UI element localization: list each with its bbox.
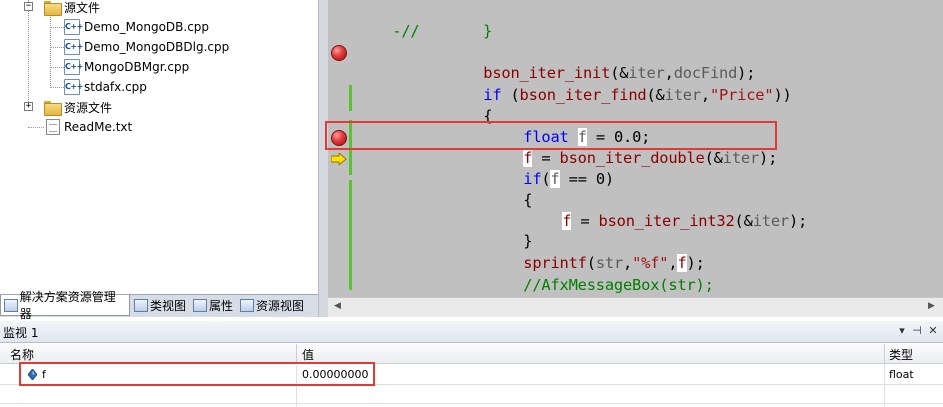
horizontal-scrollbar[interactable]: ◀ ▶	[328, 297, 943, 317]
solution-explorer-icon	[4, 298, 18, 312]
file-label: Demo_MongoDBDlg.cpp	[84, 40, 230, 54]
code-line: -// }	[392, 22, 493, 40]
cpp-file-icon: C++	[64, 39, 83, 55]
code-line: f = bson_iter_int32(&iter);	[562, 212, 808, 230]
text-file-icon	[46, 119, 60, 135]
tree-guide	[28, 127, 44, 128]
folder-label: 源文件	[64, 0, 101, 15]
file-item[interactable]: C++ MongoDBMgr.cpp	[64, 57, 189, 77]
tab-resource-view[interactable]: 资源视图	[237, 295, 309, 316]
tab-label: 资源视图	[256, 299, 305, 313]
watch-window: 监视 1 ▾ ⊣ ✕ 名称 值 类型 f 0.00000000 float	[0, 321, 943, 407]
code-line: if (bson_iter_find(&iter,"Price"))	[483, 86, 792, 104]
column-name[interactable]: 名称	[10, 346, 34, 363]
tree-guide	[28, 0, 29, 108]
tab-label: 属性	[209, 299, 234, 313]
collapse-toggle[interactable]: −	[24, 2, 33, 11]
tab-solution-explorer[interactable]: 解决方案资源管理器	[0, 290, 130, 321]
cpp-file-icon: C++	[64, 19, 83, 35]
column-value[interactable]: 值	[302, 346, 314, 363]
code-line: sprintf(str,"%f",f);	[523, 254, 705, 272]
breakpoint-icon[interactable]	[331, 45, 347, 61]
watch-type-cell: float	[889, 368, 914, 381]
variable-icon	[28, 369, 37, 380]
pane-splitter[interactable]	[318, 0, 328, 317]
tree-guide	[50, 14, 51, 88]
code-editor[interactable]: -// } bson_iter_init(&iter,docFind); if …	[328, 0, 943, 297]
column-divider	[296, 365, 297, 407]
watch-name-cell[interactable]: f	[42, 368, 46, 381]
file-label: MongoDBMgr.cpp	[84, 60, 190, 74]
dropdown-icon[interactable]: ▾	[895, 324, 909, 338]
change-indicator	[349, 120, 352, 175]
file-item[interactable]: C++ Demo_MongoDBDlg.cpp	[64, 37, 229, 57]
tree-guide	[50, 87, 64, 88]
folder-label: 资源文件	[64, 100, 113, 115]
expand-toggle[interactable]: +	[24, 102, 33, 111]
class-view-icon	[134, 299, 148, 312]
code-line: {	[483, 107, 493, 125]
code-line: }	[447, 275, 492, 297]
current-statement-arrow-icon	[331, 153, 347, 165]
tab-class-view[interactable]: 类视图	[131, 295, 189, 316]
file-label: Demo_MongoDB.cpp	[84, 20, 210, 34]
resource-view-icon	[240, 299, 254, 312]
tree-guide	[50, 47, 64, 48]
code-line: {	[523, 191, 533, 209]
code-line: float f = 0.0;	[523, 128, 651, 146]
column-divider	[884, 365, 885, 407]
table-row[interactable]: f 0.00000000 float	[0, 365, 943, 384]
column-divider[interactable]	[296, 344, 297, 364]
file-item[interactable]: C++ Demo_MongoDB.cpp	[64, 17, 209, 37]
watch-title: 监视 1	[3, 326, 39, 340]
pin-icon[interactable]: ⊣	[910, 324, 924, 338]
code-line: //AfxMessageBox(str);	[523, 276, 714, 294]
column-divider[interactable]	[884, 344, 885, 364]
breakpoint-icon[interactable]	[331, 130, 347, 146]
file-item[interactable]: C++ stdafx.cpp	[64, 77, 147, 97]
file-label: ReadMe.txt	[64, 120, 133, 134]
change-indicator	[349, 180, 352, 290]
folder-open-icon	[44, 0, 62, 16]
file-label: stdafx.cpp	[84, 80, 147, 94]
solution-explorer-tree: − 源文件 C++ Demo_MongoDB.cpp C++ Demo_Mong…	[0, 0, 322, 296]
code-line: bson_iter_init(&iter,docFind);	[483, 64, 756, 82]
folder-source-files[interactable]: 源文件	[44, 0, 100, 17]
tree-guide	[50, 27, 64, 28]
tree-guide	[50, 67, 64, 68]
row-divider	[0, 384, 943, 385]
watch-title-bar: 监视 1 ▾ ⊣ ✕	[0, 321, 943, 343]
code-line: }	[523, 232, 533, 250]
scroll-left-icon[interactable]: ◀	[334, 301, 341, 311]
code-line: if(f == 0)	[523, 170, 614, 188]
code-line: f = bson_iter_double(&iter);	[523, 149, 778, 167]
watch-value-cell[interactable]: 0.00000000	[302, 368, 368, 381]
panel-tab-strip: 解决方案资源管理器 类视图 属性 资源视图	[0, 290, 322, 321]
file-readme[interactable]: ReadMe.txt	[46, 117, 132, 137]
breakpoint-margin[interactable]	[328, 0, 350, 297]
row-divider	[0, 403, 943, 404]
folder-resource-files[interactable]: 资源文件	[44, 97, 112, 117]
watch-column-header: 名称 值 类型	[0, 344, 943, 364]
close-icon[interactable]: ✕	[926, 324, 940, 338]
column-type[interactable]: 类型	[889, 346, 913, 363]
tab-label: 类视图	[150, 299, 187, 313]
tab-label: 解决方案资源管理器	[19, 290, 116, 321]
cpp-file-icon: C++	[64, 59, 83, 75]
scroll-right-icon[interactable]: ▶	[928, 301, 935, 311]
tab-properties[interactable]: 属性	[190, 295, 236, 316]
change-indicator	[349, 85, 352, 111]
cpp-file-icon: C++	[64, 79, 83, 95]
folder-icon	[44, 100, 62, 116]
properties-icon	[193, 299, 207, 312]
